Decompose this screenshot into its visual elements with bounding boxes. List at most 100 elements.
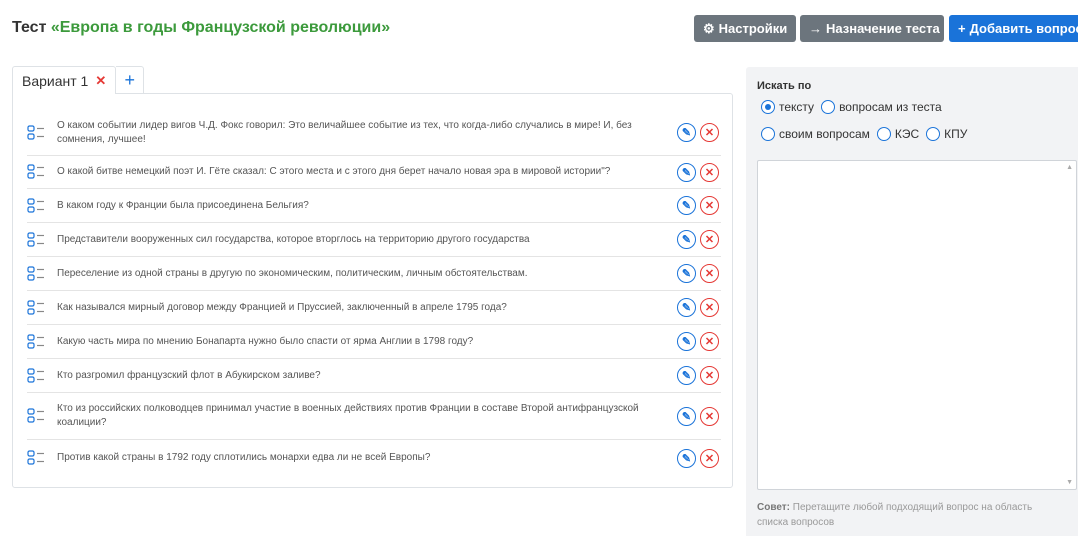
add-question-button[interactable]: + Добавить вопрос [949, 15, 1078, 42]
radio-icon[interactable] [926, 127, 941, 141]
plus-icon: + [958, 21, 966, 36]
variant-tabs: Вариант 1 ✕ + [12, 66, 145, 94]
edit-pencil-icon[interactable]: ✎ [677, 332, 696, 351]
question-drag-icon[interactable] [27, 367, 51, 384]
radio-icon[interactable] [876, 127, 891, 141]
question-actions: ✎ ✕ [677, 123, 719, 142]
settings-button[interactable]: ⚙ Настройки [694, 15, 796, 42]
question-drag-icon[interactable] [27, 265, 51, 282]
edit-pencil-icon[interactable]: ✎ [677, 123, 696, 142]
question-text: Какую часть мира по мнению Бонапарта нуж… [57, 335, 474, 347]
radio-by-test-questions[interactable]: вопросам из теста [821, 100, 942, 114]
search-panel: Искать по тексту вопросам из теста своим… [746, 67, 1078, 536]
radio-icon[interactable] [761, 127, 775, 141]
radio-label: КПУ [944, 127, 968, 141]
question-text: Как назывался мирный договор между Франц… [57, 301, 507, 313]
question-drag-icon[interactable] [27, 124, 51, 141]
edit-pencil-icon[interactable]: ✎ [677, 230, 696, 249]
edit-pencil-icon[interactable]: ✎ [677, 264, 696, 283]
radio-by-text[interactable]: тексту [761, 100, 814, 114]
question-text: В каком году к Франции была присоединена… [57, 199, 309, 211]
scroll-up-icon[interactable]: ▲ [1066, 164, 1073, 171]
question-text: О какой битве немецкий поэт И. Гёте сказ… [57, 166, 611, 177]
question-text: Переселение из одной страны в другую по … [57, 267, 528, 279]
tab-variant-label: Вариант 1 [22, 72, 89, 89]
delete-icon[interactable]: ✕ [700, 162, 719, 182]
question-text: Представители вооруженных сил государств… [57, 233, 530, 245]
tab-variant-1[interactable]: Вариант 1 ✕ [12, 66, 117, 94]
delete-icon[interactable]: ✕ [700, 123, 719, 142]
question-drag-icon[interactable] [27, 231, 51, 248]
test-name: «Европа в годы Французской революции» [50, 19, 391, 36]
radio-by-kpu[interactable]: КПУ [926, 127, 967, 141]
edit-pencil-icon[interactable]: ✎ [677, 298, 696, 317]
scroll-down-icon[interactable]: ▼ [1066, 479, 1073, 486]
tip-label: Совет: [757, 502, 791, 513]
edit-pencil-icon[interactable]: ✎ [677, 162, 696, 182]
question-row[interactable]: Против какой страны в 1792 году сплотили… [27, 440, 721, 476]
question-row[interactable]: Переселение из одной страны в другую по … [27, 257, 721, 291]
question-actions: ✎ ✕ [677, 196, 719, 215]
question-actions: ✎ ✕ [677, 366, 719, 385]
tip-text: Совет: Перетащите любой подходящий вопро… [757, 500, 1057, 530]
question-row[interactable]: Как назывался мирный договор между Франц… [27, 291, 721, 325]
edit-pencil-icon[interactable]: ✎ [677, 196, 696, 215]
question-actions: ✎ ✕ [677, 448, 719, 468]
question-drag-icon[interactable] [27, 450, 51, 466]
assign-test-button[interactable]: → Назначение теста [800, 15, 944, 42]
question-list: О каком событии лидер вигов Ч.Д. Фокс го… [27, 110, 721, 476]
question-text: Кто разгромил французский флот в Абукирс… [57, 369, 321, 381]
settings-button-label: Настройки [718, 21, 788, 36]
question-drag-icon[interactable] [27, 333, 51, 350]
page-title-prefix: Тест [12, 19, 51, 36]
edit-pencil-icon[interactable]: ✎ [677, 406, 696, 426]
delete-icon[interactable]: ✕ [700, 366, 719, 385]
delete-icon[interactable]: ✕ [700, 264, 719, 283]
arrow-right-icon: → [809, 21, 822, 36]
delete-icon[interactable]: ✕ [700, 196, 719, 215]
radio-by-kes[interactable]: КЭС [876, 127, 920, 141]
delete-icon[interactable]: ✕ [700, 230, 719, 249]
delete-icon[interactable]: ✕ [700, 332, 719, 351]
question-text: Кто из российских полководцев принимал у… [57, 403, 639, 428]
question-row[interactable]: Какую часть мира по мнению Бонапарта нуж… [27, 325, 721, 359]
question-row[interactable]: О каком событии лидер вигов Ч.Д. Фокс го… [27, 110, 721, 156]
question-actions: ✎ ✕ [677, 264, 719, 283]
add-variant-button[interactable]: + [116, 66, 145, 94]
assign-test-button-label: Назначение теста [826, 21, 940, 36]
search-results-area[interactable]: ▲ ▼ [757, 160, 1077, 490]
edit-pencil-icon[interactable]: ✎ [677, 448, 696, 468]
question-row[interactable]: О какой битве немецкий поэт И. Гёте сказ… [27, 156, 721, 189]
question-drag-icon[interactable] [27, 164, 51, 180]
question-actions: ✎ ✕ [677, 162, 719, 182]
radio-label: тексту [779, 100, 815, 114]
question-text: Против какой страны в 1792 году сплотили… [57, 452, 431, 463]
radio-label: своим вопросам [779, 127, 870, 141]
question-row[interactable]: В каком году к Франции была присоединена… [27, 189, 721, 223]
delete-icon[interactable]: ✕ [700, 298, 719, 317]
edit-pencil-icon[interactable]: ✎ [677, 366, 696, 385]
question-drag-icon[interactable] [27, 408, 51, 424]
question-actions: ✎ ✕ [677, 298, 719, 317]
gear-icon: ⚙ [703, 20, 715, 36]
add-question-button-label: Добавить вопрос [969, 21, 1078, 36]
delete-icon[interactable]: ✕ [700, 448, 719, 468]
tip-body: Перетащите любой подходящий вопрос на об… [757, 502, 1033, 528]
radio-icon[interactable] [821, 100, 836, 114]
radio-checked-icon[interactable] [761, 100, 775, 114]
question-row[interactable]: Кто разгромил французский флот в Абукирс… [27, 359, 721, 393]
question-row[interactable]: Кто из российских полководцев принимал у… [27, 393, 721, 440]
search-title: Искать по [757, 80, 812, 92]
close-icon[interactable]: ✕ [95, 73, 106, 89]
search-options-row-2: своим вопросам КЭС КПУ [761, 127, 974, 141]
question-actions: ✎ ✕ [677, 230, 719, 249]
radio-by-own-questions[interactable]: своим вопросам [761, 127, 870, 141]
question-drag-icon[interactable] [27, 197, 51, 214]
delete-icon[interactable]: ✕ [700, 406, 719, 426]
question-actions: ✎ ✕ [677, 406, 719, 426]
question-drag-icon[interactable] [27, 299, 51, 316]
question-row[interactable]: Представители вооруженных сил государств… [27, 223, 721, 257]
radio-label: КЭС [894, 127, 920, 141]
questions-panel: О каком событии лидер вигов Ч.Д. Фокс го… [12, 93, 733, 488]
question-text: О каком событии лидер вигов Ч.Д. Фокс го… [57, 119, 632, 145]
